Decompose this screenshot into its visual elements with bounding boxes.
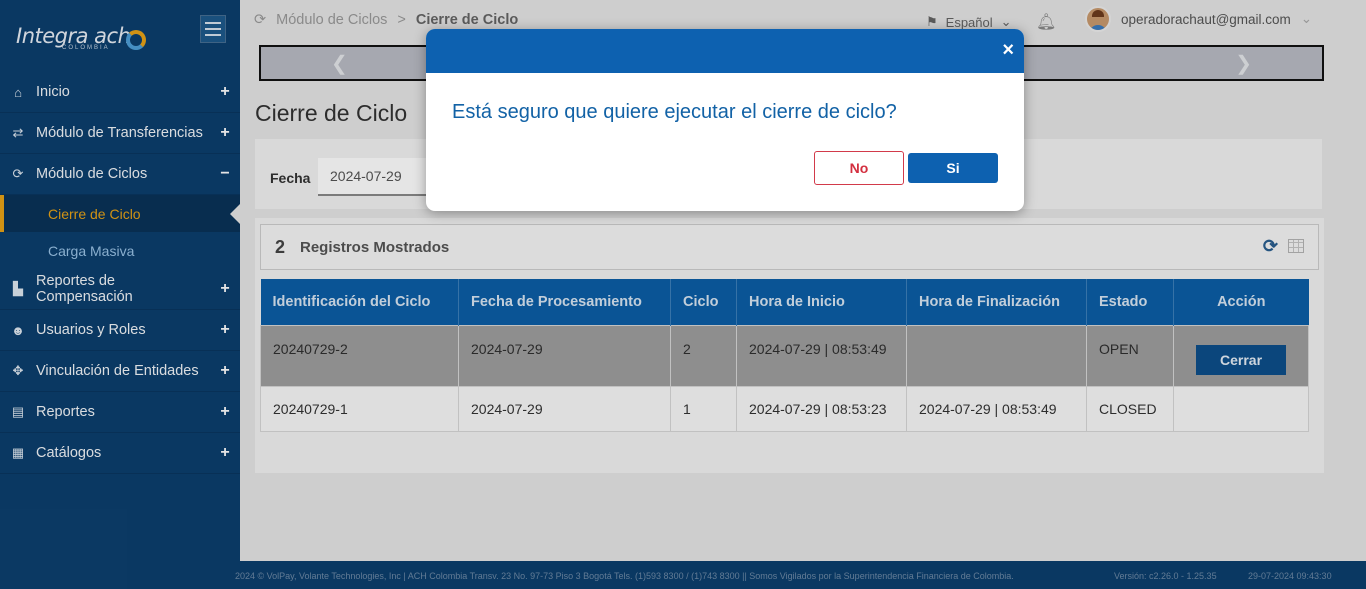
confirm-dialog: × Está seguro que quiere ejecutar el cie… (426, 29, 1024, 211)
close-icon[interactable]: × (1002, 39, 1014, 61)
si-button[interactable]: Si (908, 153, 998, 183)
dialog-header: × (426, 29, 1024, 73)
dialog-message: Está seguro que quiere ejecutar el cierr… (452, 101, 897, 123)
no-button[interactable]: No (814, 151, 904, 185)
